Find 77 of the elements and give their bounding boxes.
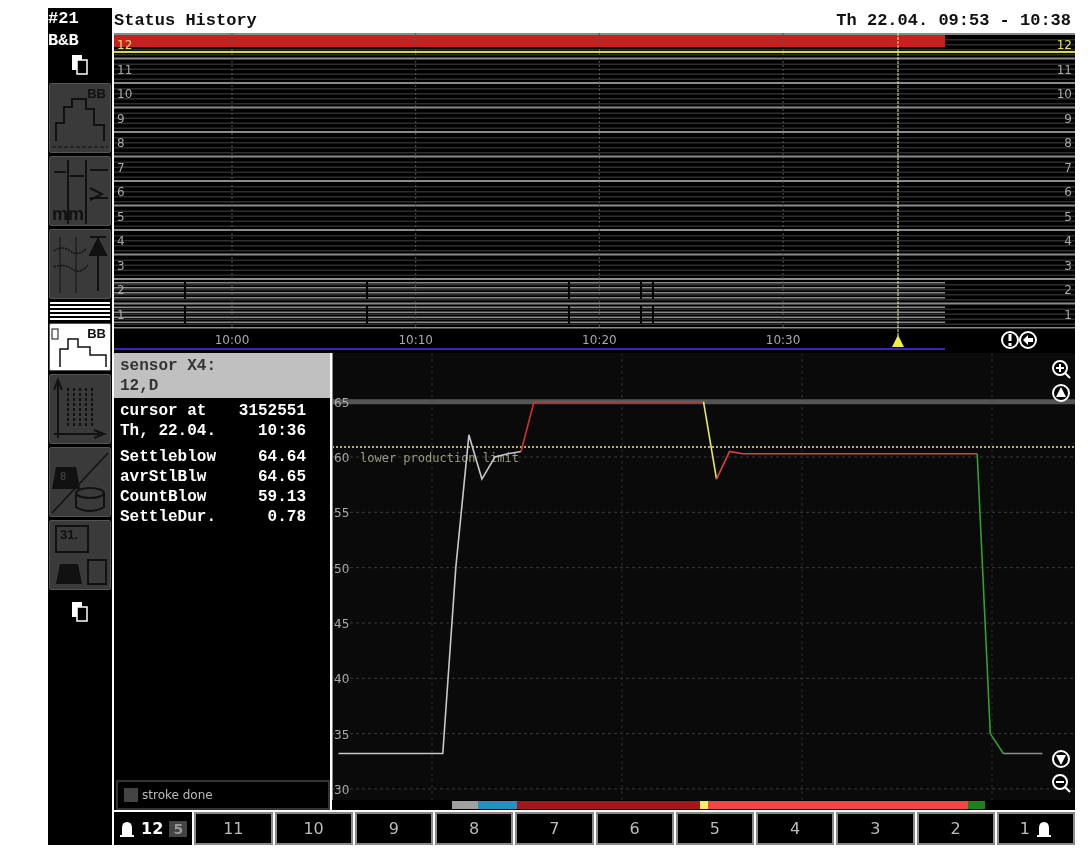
lane-label: 12 bbox=[1056, 38, 1072, 52]
alarm-icon[interactable] bbox=[1001, 331, 1019, 349]
lane-label: 11 bbox=[1056, 62, 1072, 77]
machine-name: B&B bbox=[48, 30, 79, 52]
lane-label: 3 bbox=[1064, 258, 1072, 273]
view-tile[interactable] bbox=[49, 374, 111, 444]
lane-label: 5 bbox=[117, 209, 125, 224]
reading-label: avrStlBlw bbox=[120, 467, 207, 487]
channel-button[interactable]: 12 5 bbox=[114, 812, 193, 845]
lane-label: 7 bbox=[117, 160, 125, 175]
axis-tick-label: 30 bbox=[334, 782, 350, 797]
view-tile[interactable] bbox=[49, 229, 111, 299]
channel-button[interactable]: 8 bbox=[435, 812, 514, 845]
lane-label: 4 bbox=[117, 234, 125, 248]
lane-label: 9 bbox=[117, 111, 125, 126]
channel-button[interactable]: 7 bbox=[515, 812, 594, 845]
lane-icon bbox=[50, 302, 110, 320]
scroll-down-icon[interactable] bbox=[1051, 749, 1071, 769]
channel-button[interactable]: 4 bbox=[756, 812, 835, 845]
channel-button[interactable]: 2 bbox=[916, 812, 995, 845]
time-label: 10:10 bbox=[398, 333, 433, 347]
channel-button[interactable]: 10 bbox=[274, 812, 353, 845]
reading-value: 64.64 bbox=[258, 447, 306, 467]
channel-button[interactable]: 1 bbox=[996, 812, 1075, 845]
lane-label: 5 bbox=[1064, 209, 1072, 224]
time-label: 10:20 bbox=[582, 333, 617, 347]
channel-button[interactable]: 3 bbox=[836, 812, 915, 845]
lane-label: 6 bbox=[117, 185, 125, 199]
station-number: #21 bbox=[48, 8, 79, 30]
reading-label: CountBlow bbox=[120, 487, 207, 507]
reading-value: 64.65 bbox=[258, 467, 306, 487]
zoom-in-icon[interactable] bbox=[1051, 359, 1071, 379]
field-label: Th, 22.04. bbox=[120, 421, 216, 441]
time-label: 10:30 bbox=[765, 333, 801, 347]
status-chart-icon bbox=[50, 325, 110, 369]
channel-button[interactable]: 9 bbox=[354, 812, 433, 845]
channel-button[interactable]: 11 bbox=[194, 812, 273, 845]
zoom-out-icon[interactable] bbox=[1051, 773, 1071, 793]
sensor-name: sensor X4: bbox=[120, 356, 217, 376]
axis-tick-label: 45 bbox=[334, 616, 350, 631]
reading-label: Settleblow bbox=[120, 447, 216, 467]
lane-label: 9 bbox=[1064, 111, 1072, 126]
back-icon[interactable] bbox=[1019, 331, 1037, 349]
reading-value: 59.13 bbox=[258, 487, 306, 507]
lane-label: 2 bbox=[1064, 283, 1072, 297]
time-label: 10:00 bbox=[214, 333, 250, 347]
axis-tick-label: 50 bbox=[334, 561, 350, 576]
window-title: Status History bbox=[114, 11, 257, 30]
axis-tick-label: 60 bbox=[334, 451, 350, 465]
lane-label: 8 bbox=[1064, 136, 1072, 150]
axis-tick-label: 40 bbox=[334, 672, 350, 687]
field-value: 10:36 bbox=[258, 421, 306, 441]
lane-label: 4 bbox=[1064, 234, 1072, 248]
scroll-up-icon[interactable] bbox=[1051, 383, 1071, 403]
field-label: cursor at bbox=[120, 401, 207, 421]
view-tile[interactable]: BB bbox=[49, 323, 111, 371]
time-range: Th 22.04. 09:53 - 10:38 bbox=[836, 11, 1072, 30]
lane-label: 8 bbox=[117, 136, 125, 150]
count-badge: 5 bbox=[169, 820, 188, 837]
field-value: 3152551 bbox=[238, 401, 306, 421]
pages-icon[interactable] bbox=[70, 601, 90, 623]
lane-label: 6 bbox=[1064, 185, 1072, 199]
sensor-channel: 12,D bbox=[120, 376, 160, 396]
reading-label: SettleDur. bbox=[120, 507, 216, 527]
lane-label: 10 bbox=[1056, 87, 1072, 101]
channel-button[interactable]: 6 bbox=[595, 812, 674, 845]
axis-tick-label: 55 bbox=[334, 506, 350, 521]
lane-label: 3 bbox=[117, 258, 125, 273]
lane-label: 7 bbox=[1064, 160, 1072, 175]
lane-label: 1 bbox=[1064, 307, 1072, 322]
reading-value: 0.78 bbox=[267, 507, 306, 527]
axis-tick-label: 35 bbox=[334, 727, 350, 742]
lane-label: 11 bbox=[117, 62, 133, 77]
pages-icon[interactable] bbox=[70, 54, 90, 76]
channel-button[interactable]: 5 bbox=[675, 812, 754, 845]
lane-label: 10 bbox=[117, 87, 133, 101]
checkbox-label: stroke done bbox=[142, 788, 213, 802]
